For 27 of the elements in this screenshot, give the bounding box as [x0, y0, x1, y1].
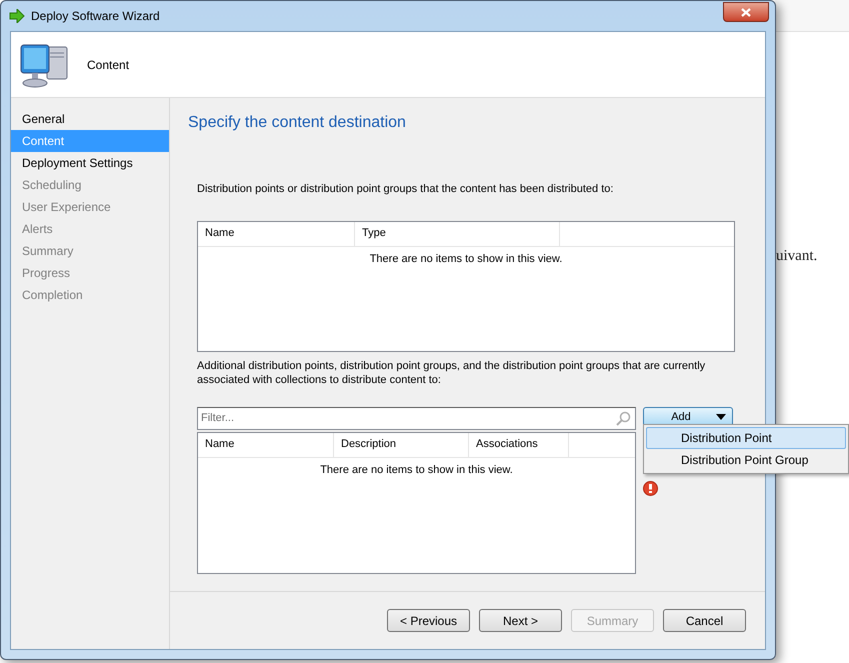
section-description: Distribution points or distribution point groups that the content has been distributed to:	[197, 182, 614, 197]
search-icon	[616, 410, 631, 426]
page-title: Specify the content destination	[188, 113, 407, 133]
menu-item[interactable]: Distribution Point	[646, 427, 846, 449]
empty-list-message: There are no items to show in this view.	[370, 252, 562, 266]
column-header[interactable]: Name	[198, 222, 355, 246]
caret-icon	[716, 414, 726, 420]
error-icon	[643, 480, 658, 496]
column-header[interactable]: Type	[355, 222, 560, 246]
close-icon	[741, 8, 751, 16]
background-text: uivant.	[776, 247, 818, 266]
wizard-button[interactable]: Cancel	[663, 609, 746, 632]
empty-list-message: There are no items to show in this view.	[320, 462, 513, 478]
wizard-button[interactable]: < Previous	[387, 609, 470, 632]
section-description: Additional distribution points, distribution point groups, and the distribution point groups that are currently associated with collections to distribute content to:	[197, 358, 706, 386]
arrow-icon	[9, 9, 25, 23]
filter-field[interactable]: Filter...	[197, 406, 636, 430]
column-header[interactable]: Associations	[469, 432, 569, 456]
sidebar-item[interactable]: General	[11, 108, 169, 130]
wizard-button[interactable]: Next >	[479, 609, 562, 632]
column-header[interactable]: Description	[334, 432, 469, 456]
window-title: Deploy Software Wizard	[31, 8, 161, 25]
close-button[interactable]	[723, 2, 769, 22]
menu-item[interactable]: Distribution Point Group	[646, 449, 846, 471]
header-title: Content	[87, 56, 130, 74]
column-header[interactable]: Name	[198, 432, 334, 456]
sidebar-item[interactable]: Deployment Settings	[11, 152, 169, 174]
